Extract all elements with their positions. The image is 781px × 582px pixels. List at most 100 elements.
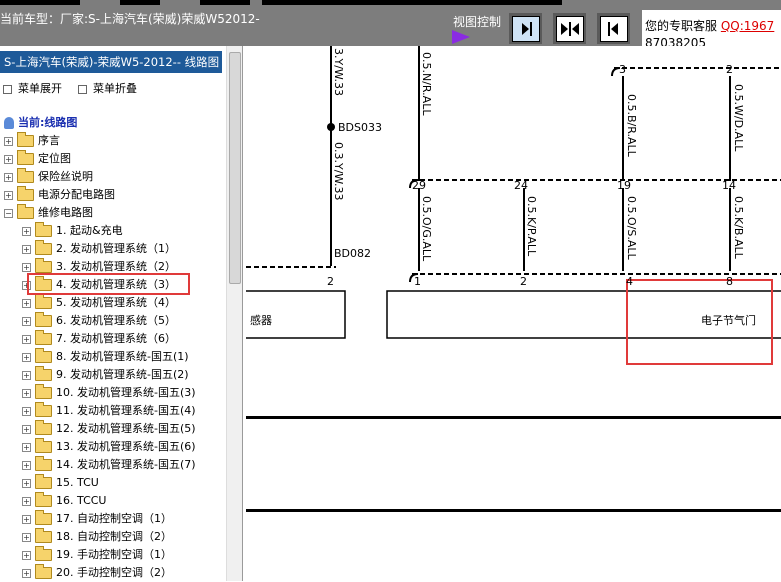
tree-subitem[interactable]: +17. 自动控制空调（1） (22, 510, 172, 528)
fit-view-button[interactable] (553, 13, 586, 44)
expand-toggle-icon[interactable]: + (22, 442, 31, 452)
tree-item-label: 5. 发动机管理系统（4） (56, 296, 176, 309)
tree-subitem[interactable]: +18. 自动控制空调（2） (22, 528, 172, 546)
wire-label: 0.5.O/S.ALL (625, 196, 638, 260)
expand-toggle-icon[interactable]: + (22, 496, 31, 506)
tree-item-label: 电源分配电路图 (38, 188, 115, 201)
sidebar-scrollbar[interactable] (226, 46, 242, 581)
expand-toggle-icon[interactable]: + (22, 406, 31, 416)
prev-page-button[interactable] (597, 13, 630, 44)
expand-toggle-icon[interactable]: + (22, 460, 31, 470)
expand-menu-link[interactable]: 菜单展开 (3, 80, 62, 96)
tree-subitem[interactable]: +10. 发动机管理系统-国五(3) (22, 384, 196, 402)
pin-number: 2 (327, 275, 334, 288)
expand-toggle-icon[interactable]: − (4, 208, 13, 218)
expand-toggle-icon[interactable]: + (22, 388, 31, 398)
tree-item-label: 11. 发动机管理系统-国五(4) (56, 404, 196, 417)
tree-subitem[interactable]: +15. TCU (22, 474, 99, 492)
folder-icon (35, 366, 52, 381)
collapse-menu-link[interactable]: 菜单折叠 (78, 80, 137, 96)
tree-item-label: 维修电路图 (38, 206, 93, 219)
pin-number: 1 (414, 275, 421, 288)
tree-item[interactable]: + 保险丝说明 (4, 168, 93, 186)
splice-dot (327, 123, 335, 131)
scrollbar-thumb[interactable] (229, 52, 241, 284)
expand-toggle-icon[interactable]: + (22, 424, 31, 434)
folder-icon (35, 510, 52, 525)
tree-subitem[interactable]: +19. 手动控制空调（1） (22, 546, 172, 564)
top-bar: 当前车型：厂家:S-上海汽车(荣威)荣威W52012- 视图控制 您的专职客服 … (0, 0, 781, 50)
tree-subitem[interactable]: +7. 发动机管理系统（6） (22, 330, 176, 348)
expand-toggle-icon[interactable]: + (22, 568, 31, 578)
tree-item[interactable]: − 维修电路图 (4, 204, 93, 222)
folder-icon (35, 330, 52, 345)
folder-icon (35, 528, 52, 543)
fit-view-icon (561, 22, 579, 36)
pin-number: 2 (520, 275, 527, 288)
pin-number: 2 (726, 63, 733, 76)
tree-subitem[interactable]: +13. 发动机管理系统-国五(6) (22, 438, 196, 456)
tree-item-label: 7. 发动机管理系统（6） (56, 332, 176, 345)
tree-subitem[interactable]: +2. 发动机管理系统（1） (22, 240, 176, 258)
expand-toggle-icon[interactable]: + (22, 352, 31, 362)
tree-subitem[interactable]: +8. 发动机管理系统-国五(1) (22, 348, 189, 366)
folder-icon (35, 258, 52, 273)
tree-subitem[interactable]: +16. TCCU (22, 492, 106, 510)
tree-item-label: 18. 自动控制空调（2） (56, 530, 172, 543)
pin-number: 29 (412, 179, 426, 192)
tree-item[interactable]: + 序言 (4, 132, 60, 150)
wire-label: 0.3.Y/W.33 (332, 142, 345, 201)
expand-toggle-icon[interactable]: + (22, 244, 31, 254)
tree-subitem[interactable]: +9. 发动机管理系统-国五(2) (22, 366, 189, 384)
play-arrow-icon[interactable] (452, 30, 470, 44)
expand-toggle-icon[interactable]: + (4, 136, 13, 146)
tree-item-label: 3. 发动机管理系统（2） (56, 260, 176, 273)
folder-icon (35, 384, 52, 399)
tree-item[interactable]: + 定位图 (4, 150, 71, 168)
pin-number: 14 (722, 179, 736, 192)
service-text: 您的专职客服 QQ:1967 (645, 17, 774, 34)
expand-toggle-icon[interactable]: + (22, 298, 31, 308)
expand-toggle-icon[interactable]: + (22, 226, 31, 236)
tree-item-label: 19. 手动控制空调（1） (56, 548, 172, 561)
tree-subitem[interactable]: +14. 发动机管理系统-国五(7) (22, 456, 196, 474)
tree-subitem[interactable]: +1. 起动&充电 (22, 222, 123, 240)
expand-toggle-icon[interactable]: + (22, 370, 31, 380)
service-qq-link[interactable]: QQ:1967 (721, 19, 774, 33)
current-location-icon (4, 117, 14, 129)
tree-subitem[interactable]: +6. 发动机管理系统（5） (22, 312, 176, 330)
expand-toggle-icon[interactable]: + (22, 262, 31, 272)
folder-icon (35, 420, 52, 435)
pin-number: 19 (617, 179, 631, 192)
expand-toggle-icon[interactable]: + (4, 154, 13, 164)
expand-toggle-icon[interactable]: + (4, 172, 13, 182)
expand-toggle-icon[interactable]: + (22, 514, 31, 524)
expand-toggle-icon[interactable]: + (22, 316, 31, 326)
top-strip (0, 0, 80, 5)
tree-subitem[interactable]: +5. 发动机管理系统（4） (22, 294, 176, 312)
wire-label: 0.5.N/R.ALL (420, 52, 433, 116)
expand-toggle-icon[interactable]: + (4, 190, 13, 200)
tree-item-label: 12. 发动机管理系统-国五(5) (56, 422, 196, 435)
component-label: 电子节气门 (701, 313, 756, 327)
tree-subitem[interactable]: +12. 发动机管理系统-国五(5) (22, 420, 196, 438)
next-page-button[interactable] (509, 13, 542, 44)
folder-icon (35, 474, 52, 489)
tree-item[interactable]: + 电源分配电路图 (4, 186, 115, 204)
expand-toggle-icon[interactable]: + (22, 550, 31, 560)
tree-item-label: 20. 手动控制空调（2） (56, 566, 172, 579)
customer-service-panel: 您的专职客服 QQ:1967 87038205 (642, 10, 781, 50)
pin-number: 3 (619, 63, 626, 76)
wire-label: 0.5.K/B.ALL (732, 196, 745, 260)
square-icon (78, 84, 87, 94)
tree-subitem[interactable]: +20. 手动控制空调（2） (22, 564, 172, 582)
expand-toggle-icon[interactable]: + (22, 478, 31, 488)
wiring-diagram[interactable]: 3.Y/W.33 0.5.N/R.ALL 0.5.B/R.ALL 0.5.W/D.AL… (246, 46, 781, 581)
top-strip (120, 0, 160, 5)
expand-toggle-icon[interactable]: + (22, 334, 31, 344)
expand-toggle-icon[interactable]: + (22, 532, 31, 542)
view-control-label: 视图控制 (453, 15, 502, 29)
pin-number: 8 (726, 275, 733, 288)
folder-icon (17, 186, 34, 201)
tree-subitem[interactable]: +11. 发动机管理系统-国五(4) (22, 402, 196, 420)
